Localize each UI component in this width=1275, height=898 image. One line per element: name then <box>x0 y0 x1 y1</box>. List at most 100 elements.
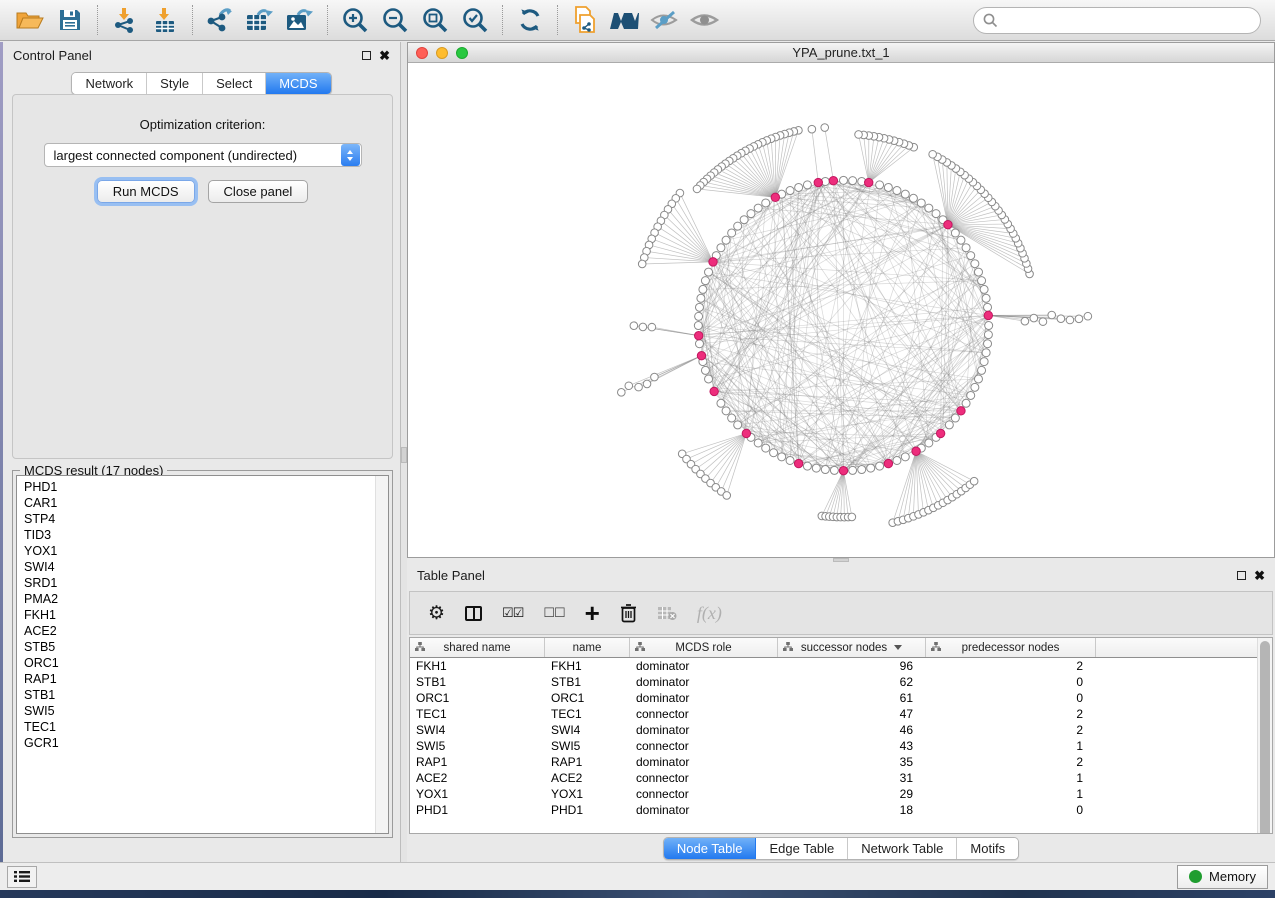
deselect-all-button[interactable]: ☐☐ <box>543 605 564 621</box>
tab-node-table[interactable]: Node Table <box>664 838 757 859</box>
mcds-result-item[interactable]: RAP1 <box>24 671 388 687</box>
zoom-in-button[interactable] <box>335 3 375 37</box>
mcds-result-list[interactable]: PHD1CAR1STP4TID3YOX1SWI4SRD1PMA2FKH1ACE2… <box>16 475 389 834</box>
table-row[interactable]: YOX1YOX1connector291 <box>410 786 1272 802</box>
table-row[interactable]: ORC1ORC1dominator610 <box>410 690 1272 706</box>
tab-style[interactable]: Style <box>147 73 203 94</box>
network-graph-canvas[interactable] <box>408 63 1274 557</box>
close-panel-button[interactable]: Close panel <box>208 180 309 203</box>
column-type-icon <box>635 642 645 654</box>
export-network-button[interactable] <box>200 3 240 37</box>
table-row[interactable]: TEC1TEC1connector472 <box>410 706 1272 722</box>
memory-label: Memory <box>1209 869 1256 884</box>
column-header-MCDS-role[interactable]: MCDS role <box>630 638 778 657</box>
first-neighbors-button[interactable] <box>605 3 645 37</box>
tab-edge-table[interactable]: Edge Table <box>756 838 848 859</box>
table-cell: connector <box>630 786 778 802</box>
plus-icon: + <box>585 603 600 623</box>
column-header-name[interactable]: name <box>545 638 630 657</box>
table-row[interactable]: PHD1PHD1dominator180 <box>410 802 1272 818</box>
table-panel-title: Table Panel <box>417 568 485 583</box>
mcds-result-item[interactable]: PMA2 <box>24 591 388 607</box>
add-row-button[interactable]: + <box>585 603 600 623</box>
close-panel-icon[interactable]: ✖ <box>379 51 390 60</box>
show-columns-button[interactable] <box>465 606 482 621</box>
vertical-splitter[interactable] <box>401 42 407 862</box>
toolbar-separator <box>557 5 558 35</box>
node-table[interactable]: shared namenameMCDS rolesuccessor nodesp… <box>409 637 1273 834</box>
mcds-result-item[interactable]: SRD1 <box>24 575 388 591</box>
table-row[interactable]: ACE2ACE2connector311 <box>410 770 1272 786</box>
table-cell: TEC1 <box>410 706 545 722</box>
apply-layout-button[interactable] <box>510 3 550 37</box>
mcds-result-item[interactable]: SWI4 <box>24 559 388 575</box>
mcds-result-item[interactable]: TEC1 <box>24 719 388 735</box>
hide-graphics-details-button[interactable] <box>645 3 685 37</box>
tab-motifs[interactable]: Motifs <box>957 838 1018 859</box>
table-scrollbar[interactable] <box>1257 638 1272 833</box>
splitter-handle[interactable] <box>401 447 407 463</box>
network-window-titlebar[interactable]: YPA_prune.txt_1 <box>408 43 1274 63</box>
column-header-predecessor-nodes[interactable]: predecessor nodes <box>926 638 1096 657</box>
criterion-dropdown[interactable]: largest connected component (undirected) <box>44 143 362 167</box>
open-file-button[interactable] <box>10 3 50 37</box>
mcds-result-item[interactable]: PHD1 <box>24 479 388 495</box>
column-header-successor-nodes[interactable]: successor nodes <box>778 638 926 657</box>
table-options-button[interactable]: ⚙ <box>428 602 445 625</box>
export-table-button[interactable] <box>240 3 280 37</box>
table-cell: 1 <box>926 770 1096 786</box>
import-table-button[interactable] <box>145 3 185 37</box>
mcds-result-item[interactable]: CAR1 <box>24 495 388 511</box>
save-session-button[interactable] <box>50 3 90 37</box>
export-image-button[interactable] <box>280 3 320 37</box>
export-network-icon <box>206 7 234 33</box>
mcds-result-item[interactable]: STP4 <box>24 511 388 527</box>
table-row[interactable]: RAP1RAP1dominator352 <box>410 754 1272 770</box>
table-row[interactable]: SWI4SWI4dominator462 <box>410 722 1272 738</box>
memory-button[interactable]: Memory <box>1177 865 1268 889</box>
mcds-result-item[interactable]: ACE2 <box>24 623 388 639</box>
float-panel-icon[interactable] <box>1237 571 1246 580</box>
zoom-fit-button[interactable] <box>415 3 455 37</box>
mcds-result-item[interactable]: TID3 <box>24 527 388 543</box>
zoom-selected-button[interactable] <box>455 3 495 37</box>
horizontal-splitter[interactable] <box>407 558 1275 562</box>
network-search-field[interactable] <box>973 7 1261 34</box>
duplicate-network-button[interactable] <box>565 3 605 37</box>
table-row[interactable]: SWI5SWI5connector431 <box>410 738 1272 754</box>
table-cell: TEC1 <box>545 706 630 722</box>
table-row[interactable]: STB1STB1dominator620 <box>410 674 1272 690</box>
column-header-shared-name[interactable]: shared name <box>410 638 545 657</box>
optimization-criterion-label: Optimization criterion: <box>13 117 392 132</box>
splitter-handle[interactable] <box>833 558 849 562</box>
mcds-result-item[interactable]: STB1 <box>24 687 388 703</box>
scrollbar-thumb[interactable] <box>1260 641 1270 834</box>
tab-mcds[interactable]: MCDS <box>266 73 330 94</box>
delete-row-button[interactable] <box>620 603 637 623</box>
mcds-result-item[interactable]: STB5 <box>24 639 388 655</box>
float-panel-icon[interactable] <box>362 51 371 60</box>
table-row[interactable]: FKH1FKH1dominator962 <box>410 658 1272 674</box>
tab-select[interactable]: Select <box>203 73 266 94</box>
import-network-button[interactable] <box>105 3 145 37</box>
mcds-result-item[interactable]: SWI5 <box>24 703 388 719</box>
select-all-button[interactable]: ☑☑ <box>502 605 523 621</box>
table-cell: ORC1 <box>545 690 630 706</box>
mcds-result-item[interactable]: GCR1 <box>24 735 388 751</box>
table-panel: Table Panel ✖ ⚙ ☑☑ ☐☐ + <box>407 562 1275 862</box>
tab-network[interactable]: Network <box>72 73 147 94</box>
result-list-scrollbar[interactable] <box>375 476 388 833</box>
task-history-button[interactable] <box>7 866 37 888</box>
close-panel-icon[interactable]: ✖ <box>1254 571 1265 580</box>
show-graphics-details-button[interactable] <box>685 3 725 37</box>
mcds-result-item[interactable]: YOX1 <box>24 543 388 559</box>
tab-network-table[interactable]: Network Table <box>848 838 957 859</box>
mcds-result-item[interactable]: FKH1 <box>24 607 388 623</box>
table-cell: FKH1 <box>410 658 545 674</box>
refresh-arrows-icon <box>517 7 543 33</box>
mcds-result-item[interactable]: ORC1 <box>24 655 388 671</box>
run-mcds-button[interactable]: Run MCDS <box>97 180 195 203</box>
table-cell: 1 <box>926 786 1096 802</box>
zoom-out-button[interactable] <box>375 3 415 37</box>
search-input[interactable] <box>1004 13 1251 28</box>
